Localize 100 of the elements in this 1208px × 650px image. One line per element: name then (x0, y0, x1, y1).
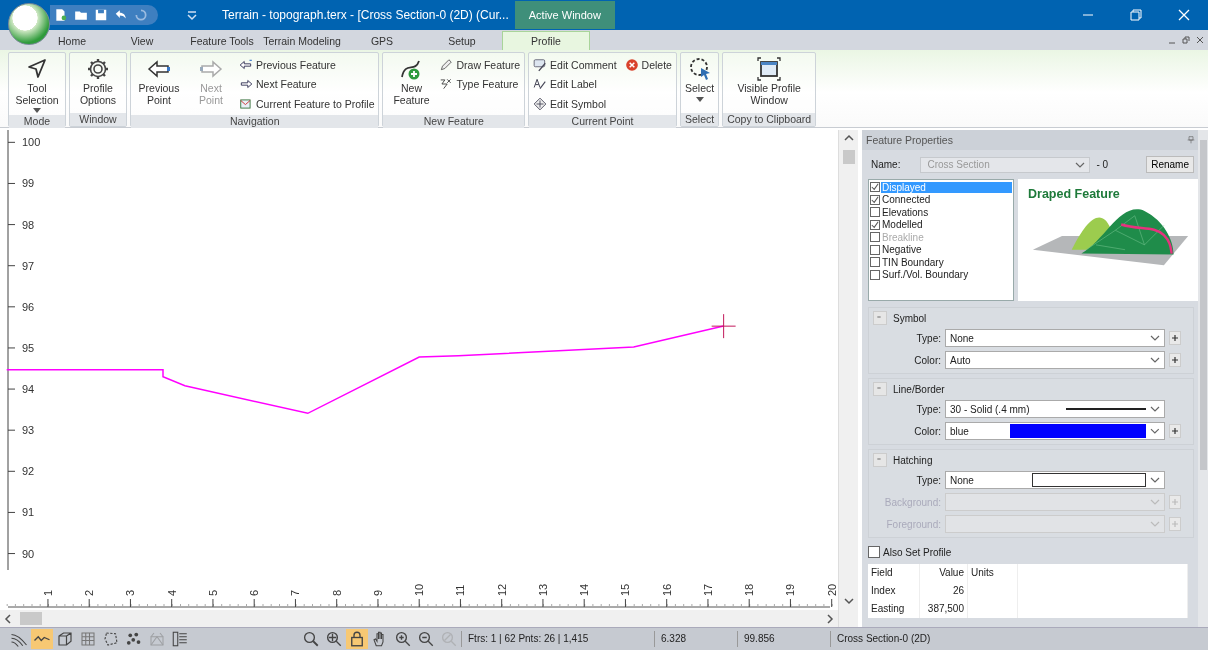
axis-label: 14 (578, 583, 591, 596)
add-button[interactable] (1169, 353, 1181, 367)
field-label: Color: (913, 425, 941, 437)
ribbon-tab[interactable]: View (102, 31, 182, 50)
checkbox[interactable] (870, 219, 880, 230)
dropdown-field[interactable]: None (945, 471, 1165, 489)
axis-label: 94 (22, 383, 35, 396)
scrollbar[interactable] (1198, 130, 1208, 627)
dropdown-field[interactable]: 30 - Solid (.4 mm) (945, 400, 1165, 418)
axis-label: 20 (825, 583, 838, 596)
checkbox[interactable] (870, 182, 880, 193)
scroll-left-icon[interactable] (3, 613, 13, 624)
axis-label: 96 (22, 300, 35, 313)
ribbon-tab[interactable]: Feature Tools (182, 31, 262, 50)
ribbon-button[interactable]: Tool Selection (12, 55, 62, 115)
scroll-down-icon[interactable] (843, 596, 854, 606)
toolbar-button[interactable] (346, 629, 368, 649)
plus-icon (1170, 518, 1180, 530)
caret-icon (695, 96, 704, 102)
axis-label: 100 (22, 136, 41, 149)
scrollbar[interactable] (838, 130, 858, 627)
dropdown-field[interactable]: Auto (945, 351, 1165, 369)
flag-label[interactable]: Connected (881, 194, 932, 206)
restore-icon[interactable] (1182, 36, 1190, 44)
ribbon-button[interactable]: Draw Feature (438, 55, 522, 75)
toolbar-button[interactable] (31, 629, 53, 649)
ribbon-button[interactable]: Profile Options (73, 55, 123, 113)
add-button[interactable] (1169, 424, 1181, 438)
dropdown-field[interactable] (945, 493, 1165, 511)
axis-label: 5 (206, 589, 219, 596)
ribbon-tab[interactable]: Home (42, 31, 102, 50)
checkbox[interactable] (870, 207, 880, 218)
save-icon[interactable] (94, 8, 108, 22)
axis-label: 7 (289, 589, 302, 596)
ribbon-tab[interactable]: GPS (342, 31, 422, 50)
ribbon-button[interactable]: Edit Comment (532, 55, 618, 75)
dropdown-field[interactable] (945, 515, 1165, 533)
axis-label: 2 (83, 589, 96, 596)
close-icon[interactable] (1196, 36, 1204, 44)
flag-label[interactable]: Surf./Vol. Boundary (881, 269, 970, 281)
app-logo[interactable] (8, 3, 50, 45)
axis-label: 93 (22, 424, 35, 437)
polygon-icon (102, 630, 120, 648)
axis-label: 9 (371, 589, 384, 596)
field-label: Type: (915, 403, 941, 415)
scroll-thumb[interactable] (20, 612, 42, 625)
rename-button[interactable]: Rename (1146, 156, 1194, 173)
plus-icon (1170, 354, 1180, 366)
table-cell: Easting (868, 600, 920, 618)
ribbon-button[interactable]: Previous Feature (238, 55, 376, 75)
list-icon (171, 630, 189, 648)
ribbon-button[interactable]: Next Feature (238, 74, 376, 94)
ribbon-tab[interactable]: Setup (422, 31, 502, 50)
axis-label: 16 (660, 583, 673, 596)
preview-title: Draped Feature (1028, 187, 1121, 201)
ribbon-tab[interactable]: Profile (502, 31, 590, 50)
ribbon-button[interactable]: Delete (623, 55, 673, 75)
dropdown-field[interactable]: blue (945, 422, 1165, 440)
checkbox[interactable] (870, 244, 880, 255)
field-label: Type: (915, 332, 941, 344)
flag-label[interactable]: Elevations (881, 206, 930, 218)
checkbox[interactable] (870, 269, 880, 280)
flag-label[interactable]: TIN Boundary (881, 256, 945, 268)
flag-label[interactable]: Modelled (881, 219, 924, 231)
scroll-up-icon[interactable] (843, 133, 854, 143)
chevron-down-icon (1150, 335, 1160, 341)
feature-right-icon (239, 77, 253, 92)
magnifier-icon (302, 630, 320, 648)
ribbon-button[interactable]: Visible Profile Window (726, 55, 813, 113)
pencil-icon (439, 57, 454, 72)
scrollbar[interactable] (0, 610, 838, 627)
ribbon-button[interactable]: New Feature (386, 55, 437, 115)
ribbon-button[interactable]: Current Feature to Profile (238, 94, 376, 114)
group-label: Mode (9, 115, 65, 128)
ribbon-button[interactable]: Edit Symbol (532, 94, 618, 114)
scroll-thumb[interactable] (1199, 140, 1207, 470)
checkbox[interactable] (868, 546, 880, 558)
column-header: Field (868, 564, 920, 582)
axis-label: 10 (413, 583, 426, 596)
group-label: Copy to Clipboard (723, 113, 816, 126)
tin-icon (148, 630, 166, 648)
ribbon-button[interactable]: Previous Point (134, 55, 184, 115)
scroll-thumb[interactable] (842, 150, 855, 164)
ribbon-button[interactable]: Select (683, 55, 716, 113)
ribbon-button[interactable]: Edit Label (532, 74, 618, 94)
flag-label[interactable]: Negative (881, 244, 923, 256)
add-button[interactable] (1169, 331, 1181, 345)
checkbox[interactable] (870, 257, 880, 268)
ribbon-tab[interactable]: Terrain Modeling (262, 31, 342, 50)
dropdown-field[interactable]: None (945, 329, 1165, 347)
table-cell: 26 (920, 582, 968, 600)
new-file-icon[interactable] (54, 8, 68, 22)
zoom-cancel-icon (440, 630, 458, 648)
ribbon-button[interactable]: Type Feature (438, 74, 522, 94)
group-label: New Feature (383, 115, 525, 128)
checkbox[interactable] (870, 194, 880, 205)
scroll-right-icon[interactable] (825, 613, 835, 624)
status-text: Ftrs: 1 | 62 Pnts: 26 | 1,415 (461, 631, 654, 647)
axis-label: 13 (536, 583, 549, 596)
plus-icon (1170, 496, 1180, 508)
